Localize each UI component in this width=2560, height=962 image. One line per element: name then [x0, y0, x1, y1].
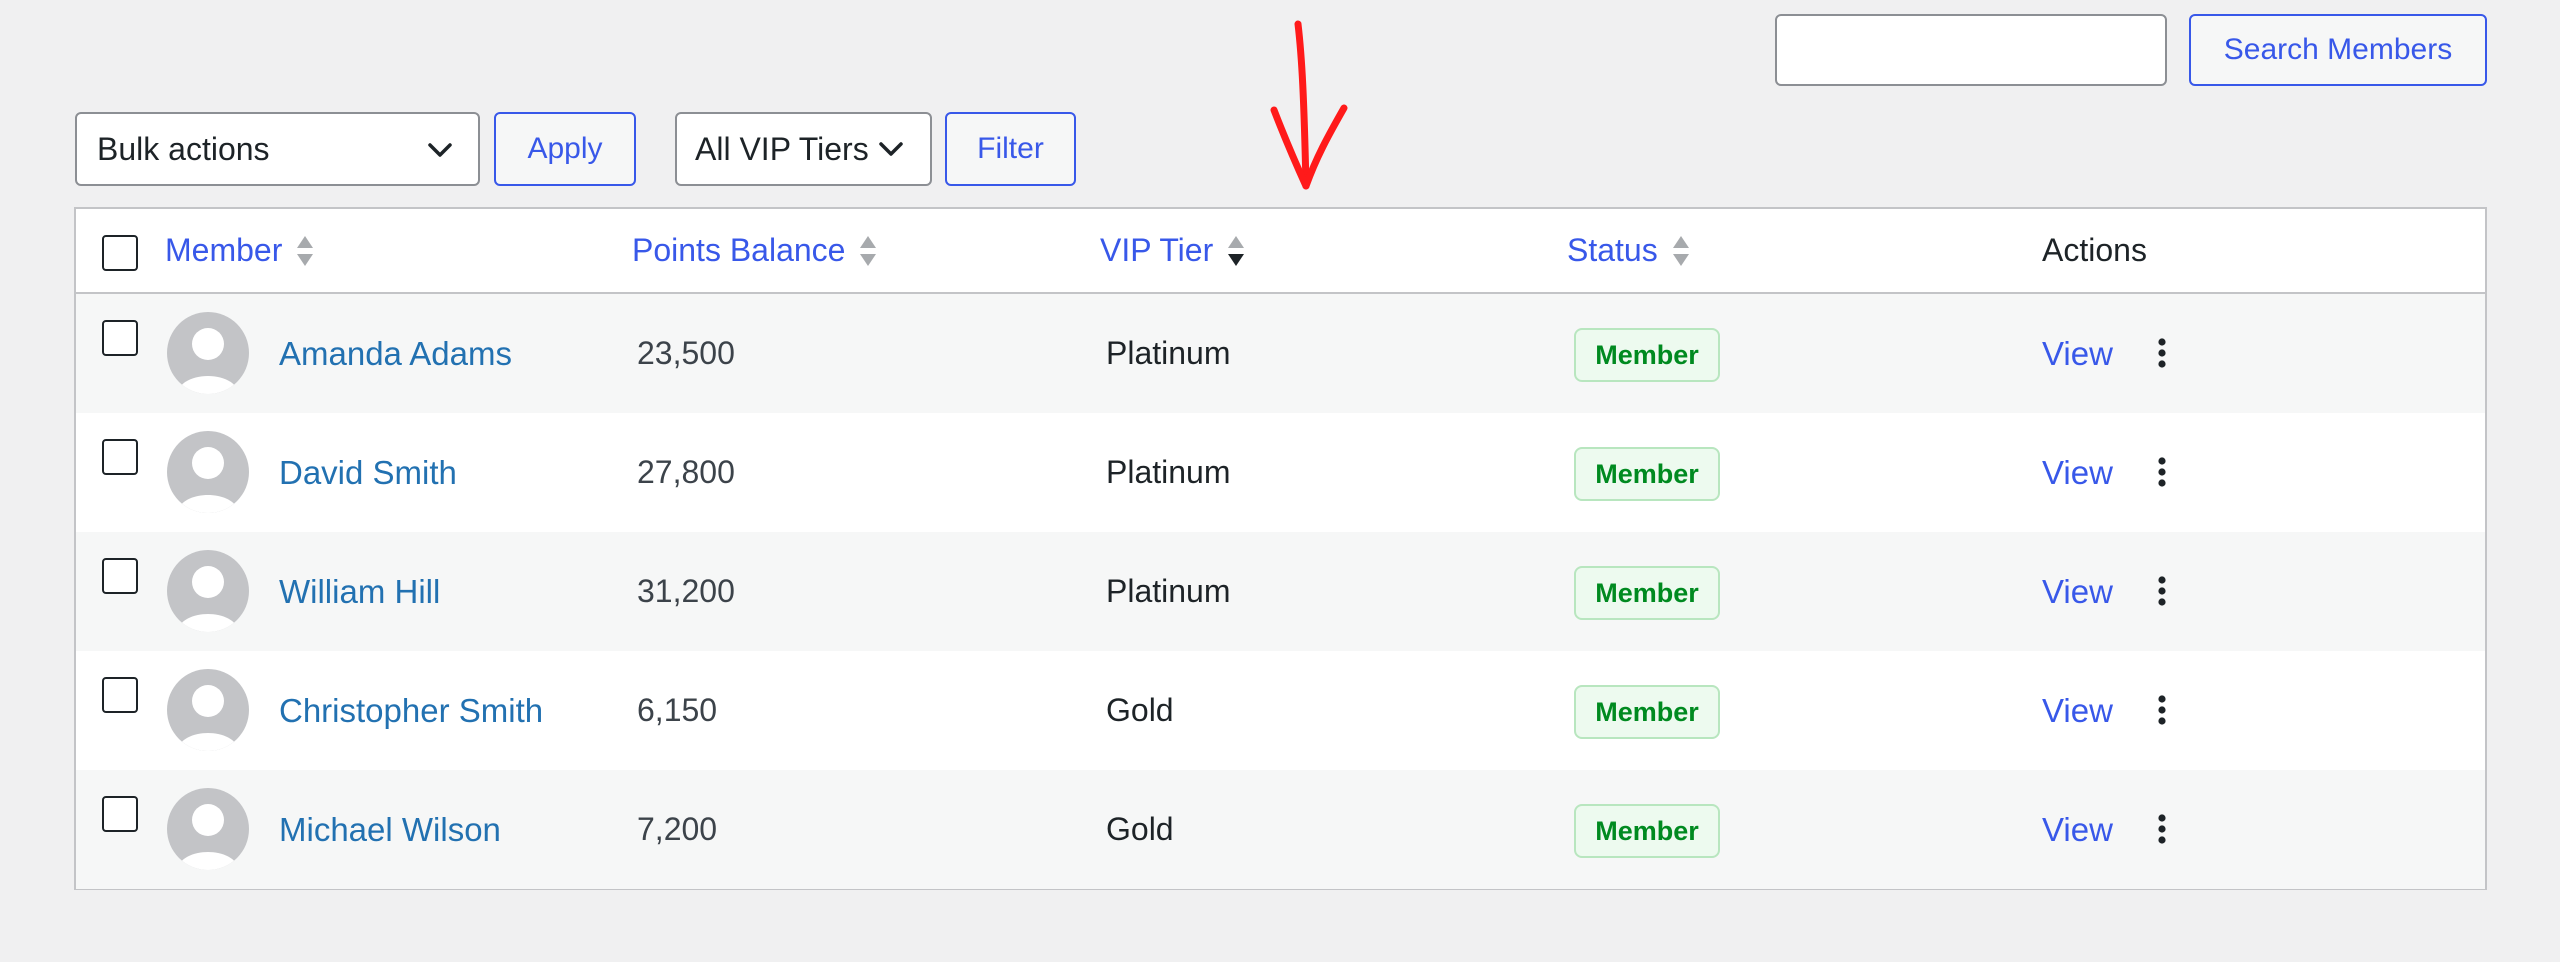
column-header-vip-tier[interactable]: VIP Tier: [1100, 209, 1245, 292]
points-balance: 23,500: [637, 335, 735, 371]
avatar: [167, 550, 249, 632]
search-members-button[interactable]: Search Members: [2189, 14, 2487, 86]
column-points-label: Points Balance: [632, 232, 846, 268]
column-actions-label: Actions: [2042, 232, 2147, 268]
vip-tier: Platinum: [1106, 335, 1231, 371]
view-link[interactable]: View: [2042, 294, 2113, 413]
select-all-checkbox[interactable]: [102, 235, 138, 271]
row-checkbox[interactable]: [102, 439, 138, 475]
chevron-down-icon: [878, 142, 903, 156]
apply-button[interactable]: Apply: [494, 112, 636, 186]
status-badge: Member: [1574, 328, 1720, 382]
status-badge: Member: [1574, 804, 1720, 858]
table-row: Michael Wilson 7,200 Gold Member View: [76, 770, 2485, 889]
avatar: [167, 312, 249, 394]
user-avatar-icon: [177, 685, 239, 751]
member-name-link[interactable]: William Hill: [279, 532, 440, 651]
table-row: Christopher Smith 6,150 Gold Member View: [76, 651, 2485, 770]
user-avatar-icon: [177, 447, 239, 513]
more-vertical-icon[interactable]: [2156, 814, 2168, 844]
column-header-actions: Actions: [2042, 209, 2147, 292]
avatar: [167, 431, 249, 513]
column-header-points-balance[interactable]: Points Balance: [632, 209, 877, 292]
vip-tier-select-label: All VIP Tiers: [695, 130, 869, 167]
table-header: Member Points Balance VIP Tier Status Ac: [76, 209, 2485, 294]
red-arrow-annotation-icon: [1270, 20, 1348, 190]
points-balance: 6,150: [637, 692, 718, 728]
bulk-actions-label: Bulk actions: [97, 130, 270, 167]
more-vertical-icon[interactable]: [2156, 457, 2168, 487]
column-header-member[interactable]: Member: [165, 209, 314, 292]
table-row: William Hill 31,200 Platinum Member View: [76, 532, 2485, 651]
column-status-label: Status: [1567, 232, 1658, 268]
member-name-link[interactable]: Amanda Adams: [279, 294, 512, 413]
bulk-actions-select[interactable]: Bulk actions: [75, 112, 480, 186]
vip-tier-select[interactable]: All VIP Tiers: [675, 112, 932, 186]
user-avatar-icon: [177, 328, 239, 394]
column-header-status[interactable]: Status: [1567, 209, 1690, 292]
points-balance: 31,200: [637, 573, 735, 609]
status-badge: Member: [1574, 447, 1720, 501]
more-vertical-icon[interactable]: [2156, 576, 2168, 606]
member-name-link[interactable]: David Smith: [279, 413, 457, 532]
avatar: [167, 669, 249, 751]
row-checkbox[interactable]: [102, 558, 138, 594]
table-row: Amanda Adams 23,500 Platinum Member View: [76, 294, 2485, 413]
points-balance: 27,800: [637, 454, 735, 490]
vip-tier: Platinum: [1106, 454, 1231, 490]
view-link[interactable]: View: [2042, 413, 2113, 532]
row-checkbox[interactable]: [102, 677, 138, 713]
view-link[interactable]: View: [2042, 532, 2113, 651]
row-checkbox[interactable]: [102, 320, 138, 356]
row-checkbox[interactable]: [102, 796, 138, 832]
sort-arrows-icon: [297, 235, 314, 266]
user-avatar-icon: [177, 804, 239, 870]
member-name-link[interactable]: Michael Wilson: [279, 770, 501, 889]
status-badge: Member: [1574, 685, 1720, 739]
view-link[interactable]: View: [2042, 651, 2113, 770]
member-name-link[interactable]: Christopher Smith: [279, 651, 543, 770]
members-table: Member Points Balance VIP Tier Status Ac: [74, 207, 2487, 890]
more-vertical-icon[interactable]: [2156, 695, 2168, 725]
table-row: David Smith 27,800 Platinum Member View: [76, 413, 2485, 532]
view-link[interactable]: View: [2042, 770, 2113, 889]
avatar: [167, 788, 249, 870]
vip-tier: Gold: [1106, 692, 1174, 728]
more-vertical-icon[interactable]: [2156, 338, 2168, 368]
status-badge: Member: [1574, 566, 1720, 620]
vip-tier: Gold: [1106, 811, 1174, 847]
column-tier-label: VIP Tier: [1100, 232, 1214, 268]
filter-button[interactable]: Filter: [945, 112, 1076, 186]
column-member-label: Member: [165, 232, 283, 268]
points-balance: 7,200: [637, 811, 718, 847]
vip-tier: Platinum: [1106, 573, 1231, 609]
search-input[interactable]: [1775, 14, 2167, 86]
sort-arrows-icon: [860, 235, 877, 266]
sort-arrows-icon: [1672, 235, 1689, 266]
chevron-down-icon: [428, 143, 452, 157]
user-avatar-icon: [177, 566, 239, 632]
sort-descending-icon: [1228, 235, 1245, 266]
